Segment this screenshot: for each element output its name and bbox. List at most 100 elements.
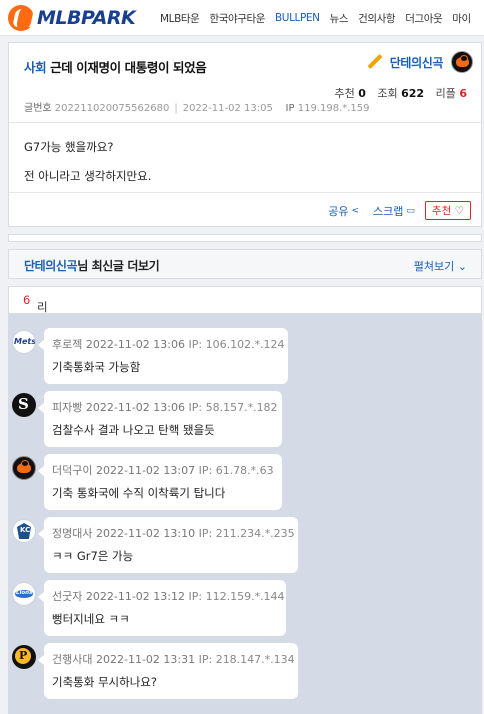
reply-nick[interactable]: 피자빵: [52, 401, 82, 414]
reply-bubble: 정명대사 2022-11-02 13:10 IP: 211.234.*.235 …: [38, 517, 298, 573]
post-body-line: 전 아니라고 생각하지만요.: [24, 169, 152, 183]
baseball-logo-icon: [8, 5, 34, 31]
nav-news[interactable]: 뉴스: [330, 11, 349, 26]
share-icon: <: [351, 205, 360, 216]
reply-label: 리플: [435, 87, 456, 100]
nav-korea-baseball-town[interactable]: 한국야구타운: [209, 11, 265, 26]
reply-ip: IP: 218.147.*.134: [198, 653, 295, 666]
reply-ip: IP: 58.157.*.182: [188, 401, 278, 414]
share-button[interactable]: 공유 <: [328, 203, 359, 219]
reply-datetime: 2022-11-02 13:31: [95, 653, 196, 666]
mets-icon: Mets: [12, 330, 36, 354]
logo-text: MLBPARK: [37, 7, 136, 29]
reply-ip: IP: 106.102.*.124: [188, 338, 285, 351]
post-number: 202211020075562680: [54, 103, 170, 114]
reply-bubble: 선굿자 2022-11-02 13:12 IP: 112.159.*.144 뻥…: [38, 580, 286, 636]
reply-text: 기축통화국 가능함: [52, 360, 141, 374]
nav-my[interactable]: 마이: [452, 11, 471, 26]
reply-text: 검찰수사 결과 나오고 탄핵 됐을듯: [52, 423, 215, 437]
reply-item: KC 정명대사 2022-11-02 13:10 IP: 211.234.*.2…: [8, 517, 482, 575]
reply-item: P 건행사대 2022-11-02 13:31 IP: 218.147.*.13…: [8, 643, 482, 701]
post-ip: 119.198.*.159: [297, 103, 370, 114]
author-latest-posts-bar: 단테의신곡님 최신글 더보기 펼쳐보기 ⌄: [8, 249, 482, 279]
reply-bubble: 후로젝 2022-11-02 13:06 IP: 106.102.*.124 기…: [38, 328, 288, 384]
ip-label: IP: [285, 103, 295, 114]
divider: [9, 122, 481, 123]
reply-bubble: 더덕구이 2022-11-02 13:07 IP: 61.78.*.63 기축 …: [38, 454, 282, 510]
reply-datetime: 2022-11-02 13:06: [85, 401, 185, 414]
post-datetime: 2022-11-02 13:05: [182, 103, 273, 114]
reply-datetime: 2022-11-02 13:07: [95, 464, 196, 477]
post-card: 사회 근데 이재명이 대통령이 되었음 단테의신곡 추천 0 조회 622 리플…: [8, 42, 482, 227]
reply-datetime: 2022-11-02 13:10: [95, 527, 196, 540]
pencil-icon: [366, 53, 384, 71]
latest-author-name: 단테의신곡: [24, 259, 78, 273]
post-title: 사회 근데 이재명이 대통령이 되었음: [24, 57, 207, 76]
expand-label: 펼쳐보기: [413, 260, 455, 273]
post-body-line: G7가능 했을까요?: [24, 140, 114, 154]
reply-nick[interactable]: 정명대사: [52, 527, 92, 540]
reply-count: 6: [459, 87, 467, 100]
reply-text: 뻥터지네요 ㅋㅋ: [52, 612, 130, 626]
reply-meta: 후로젝 2022-11-02 13:06 IP: 106.102.*.124: [52, 336, 285, 352]
spacer-bar: [8, 234, 482, 242]
post-author: 단테의신곡: [366, 51, 473, 73]
reply-datetime: 2022-11-02 13:06: [85, 338, 185, 351]
orioles-avatar-icon: [451, 51, 473, 73]
scrap-button[interactable]: 스크랩 ▭: [373, 203, 415, 219]
reply-bubble: 건행사대 2022-11-02 13:31 IP: 218.147.*.134 …: [38, 643, 298, 699]
post-meta: 글번호 202211020075562680 | 2022-11-02 13:05 …: [24, 99, 370, 114]
reply-item: Mets 후로젝 2022-11-02 13:06 IP: 106.102.*.…: [8, 328, 482, 386]
latest-suffix: 님 최신글 더보기: [77, 259, 160, 273]
latest-posts-title[interactable]: 단테의신곡님 최신글 더보기: [24, 257, 160, 274]
replies-header: 리플 6: [8, 286, 482, 330]
reply-meta: 건행사대 2022-11-02 13:31 IP: 218.147.*.134: [52, 651, 295, 667]
white-sox-icon: S: [12, 393, 36, 417]
post-number-label: 글번호: [24, 103, 52, 114]
reply-text: 기축 통화국에 수직 이착륙기 탑니다: [52, 486, 226, 500]
reply-meta: 더덕구이 2022-11-02 13:07 IP: 61.78.*.63: [52, 462, 274, 478]
reply-bubble: 피자빵 2022-11-02 13:06 IP: 58.157.*.182 검찰…: [38, 391, 282, 447]
reply-ip: IP: 61.78.*.63: [198, 464, 274, 477]
meta-divider: |: [174, 103, 178, 114]
reply-nick[interactable]: 선굿자: [52, 590, 82, 603]
reply-text: 기축통화 무시하나요?: [52, 675, 157, 689]
reply-item: Lions 선굿자 2022-11-02 13:12 IP: 112.159.*…: [8, 580, 482, 638]
reply-ip: IP: 112.159.*.144: [188, 590, 285, 603]
reply-meta: 정명대사 2022-11-02 13:10 IP: 211.234.*.235: [52, 525, 295, 541]
chevron-down-icon: ⌄: [457, 260, 467, 273]
replies-count: 6: [23, 293, 31, 307]
post-title-text: 근데 이재명이 대통령이 되었음: [50, 60, 207, 75]
author-name[interactable]: 단테의신곡: [390, 54, 444, 71]
reply-nick[interactable]: 건행사대: [52, 653, 92, 666]
nav-dugout[interactable]: 더그아웃: [405, 11, 442, 26]
reply-nick[interactable]: 후로젝: [52, 338, 82, 351]
reply-item: 더덕구이 2022-11-02 13:07 IP: 61.78.*.63 기축 …: [8, 454, 482, 512]
views-label: 조회: [377, 87, 398, 100]
reply-datetime: 2022-11-02 13:12: [85, 590, 185, 603]
scrap-label: 스크랩: [373, 204, 404, 218]
reply-text: ㅋㅋ Gr7은 가능: [52, 549, 134, 563]
post-actions: 공유 < 스크랩 ▭ 추천 ♡: [314, 201, 471, 220]
mlbpark-logo[interactable]: MLBPARK: [8, 5, 136, 31]
scrap-icon: ▭: [406, 205, 415, 216]
reply-meta: 피자빵 2022-11-02 13:06 IP: 58.157.*.182: [52, 399, 278, 415]
views-count: 622: [401, 87, 425, 100]
replies-title: 리플 6: [23, 293, 48, 330]
nav-bullpen[interactable]: BULLPEN: [275, 12, 320, 24]
lions-icon: Lions: [12, 582, 36, 606]
recommend-button[interactable]: 추천 ♡: [424, 201, 471, 220]
share-label: 공유: [328, 204, 349, 218]
reply-item: S 피자빵 2022-11-02 13:06 IP: 58.157.*.182 …: [8, 391, 482, 449]
royals-icon: KC: [12, 519, 36, 543]
expand-button[interactable]: 펼쳐보기 ⌄: [414, 258, 467, 274]
divider: [9, 192, 481, 193]
pirates-icon: P: [12, 645, 36, 669]
nav-suggestions[interactable]: 건의사항: [358, 11, 395, 26]
top-header: MLBPARK MLB타운 한국야구타운 BULLPEN 뉴스 건의사항 더그아…: [0, 0, 484, 36]
reply-nick[interactable]: 더덕구이: [52, 464, 92, 477]
orioles-icon: [12, 456, 36, 480]
post-category[interactable]: 사회: [24, 60, 47, 75]
reply-ip: IP: 211.234.*.235: [198, 527, 295, 540]
nav-mlb-town[interactable]: MLB타운: [160, 11, 200, 26]
